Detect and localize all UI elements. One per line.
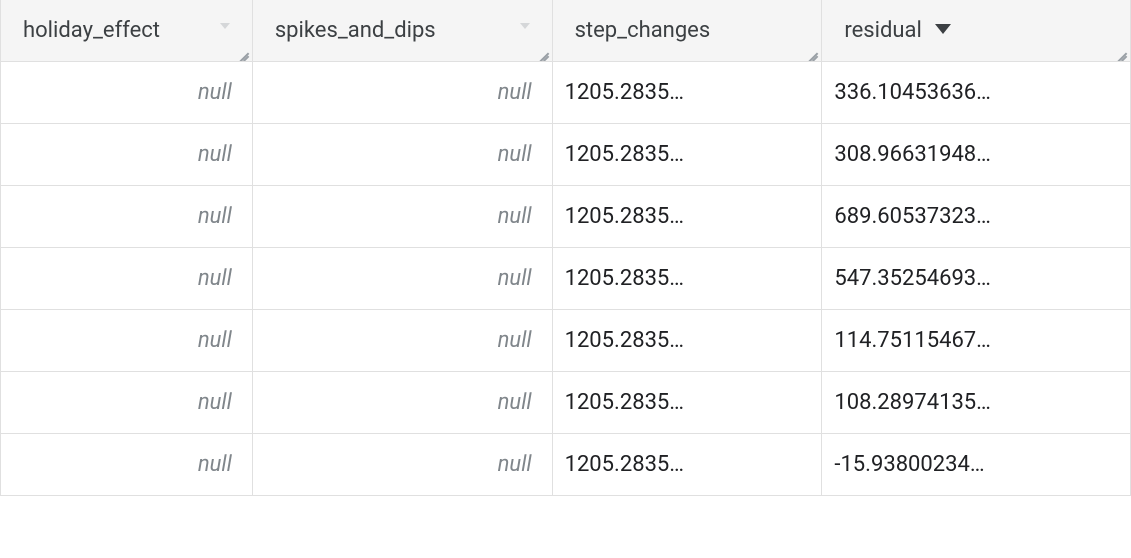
table-body: null null 1205.2835… 336.10453636… null … <box>1 62 1131 496</box>
cell-step-changes[interactable]: 1205.2835… <box>552 310 822 372</box>
cell-residual[interactable]: 114.75115467… <box>822 310 1131 372</box>
cell-spikes-and-dips[interactable]: null <box>252 434 552 496</box>
column-label: residual <box>844 18 921 43</box>
column-label: spikes_and_dips <box>275 18 436 43</box>
resize-handle-icon[interactable] <box>233 42 249 58</box>
table-row: null null 1205.2835… -15.93800234… <box>1 434 1131 496</box>
chevron-down-icon <box>220 23 230 29</box>
cell-residual[interactable]: 336.10453636… <box>822 62 1131 124</box>
column-label: holiday_effect <box>23 18 160 43</box>
table-row: null null 1205.2835… 547.35254693… <box>1 248 1131 310</box>
cell-step-changes[interactable]: 1205.2835… <box>552 434 822 496</box>
column-header-residual[interactable]: residual <box>822 0 1131 62</box>
cell-spikes-and-dips[interactable]: null <box>252 186 552 248</box>
header-row: holiday_effect spikes_and_dips step_chan… <box>1 0 1131 62</box>
cell-step-changes[interactable]: 1205.2835… <box>552 248 822 310</box>
sort-desc-icon <box>935 24 951 34</box>
cell-residual[interactable]: 308.96631948… <box>822 124 1131 186</box>
column-label: step_changes <box>575 18 711 43</box>
cell-holiday-effect[interactable]: null <box>1 62 253 124</box>
table-row: null null 1205.2835… 689.60537323… <box>1 186 1131 248</box>
cell-holiday-effect[interactable]: null <box>1 434 253 496</box>
table-row: null null 1205.2835… 308.96631948… <box>1 124 1131 186</box>
cell-holiday-effect[interactable]: null <box>1 248 253 310</box>
table-row: null null 1205.2835… 336.10453636… <box>1 62 1131 124</box>
cell-holiday-effect[interactable]: null <box>1 124 253 186</box>
cell-spikes-and-dips[interactable]: null <box>252 124 552 186</box>
cell-residual[interactable]: -15.93800234… <box>822 434 1131 496</box>
cell-holiday-effect[interactable]: null <box>1 372 253 434</box>
cell-residual[interactable]: 689.60537323… <box>822 186 1131 248</box>
column-header-spikes-and-dips[interactable]: spikes_and_dips <box>252 0 552 62</box>
resize-handle-icon[interactable] <box>1111 42 1127 58</box>
column-header-holiday-effect[interactable]: holiday_effect <box>1 0 253 62</box>
resize-handle-icon[interactable] <box>802 42 818 58</box>
cell-step-changes[interactable]: 1205.2835… <box>552 62 822 124</box>
cell-residual[interactable]: 547.35254693… <box>822 248 1131 310</box>
cell-holiday-effect[interactable]: null <box>1 310 253 372</box>
cell-spikes-and-dips[interactable]: null <box>252 248 552 310</box>
cell-step-changes[interactable]: 1205.2835… <box>552 124 822 186</box>
table-row: null null 1205.2835… 114.75115467… <box>1 310 1131 372</box>
cell-step-changes[interactable]: 1205.2835… <box>552 372 822 434</box>
table-row: null null 1205.2835… 108.28974135… <box>1 372 1131 434</box>
resize-handle-icon[interactable] <box>533 42 549 58</box>
cell-residual[interactable]: 108.28974135… <box>822 372 1131 434</box>
cell-spikes-and-dips[interactable]: null <box>252 62 552 124</box>
cell-holiday-effect[interactable]: null <box>1 186 253 248</box>
cell-step-changes[interactable]: 1205.2835… <box>552 186 822 248</box>
chevron-down-icon <box>520 23 530 29</box>
cell-spikes-and-dips[interactable]: null <box>252 310 552 372</box>
cell-spikes-and-dips[interactable]: null <box>252 372 552 434</box>
results-table: holiday_effect spikes_and_dips step_chan… <box>0 0 1131 496</box>
column-header-step-changes[interactable]: step_changes <box>552 0 822 62</box>
